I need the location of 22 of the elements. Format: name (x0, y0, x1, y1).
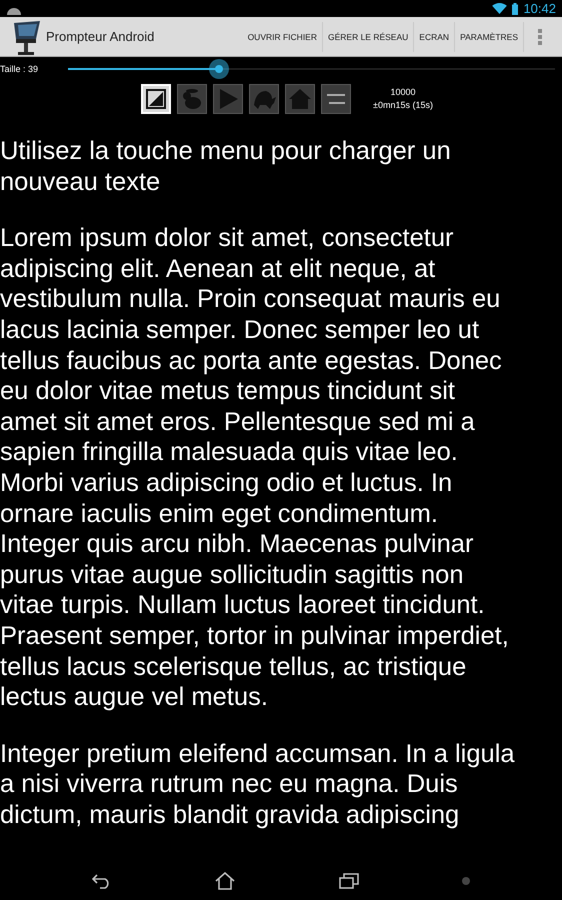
counter-button[interactable] (321, 84, 351, 114)
prompter-paragraph: Utilisez la touche menu pour charger un nouveau texte (0, 136, 452, 198)
action-button[interactable]: OUVRIR FICHIER (242, 22, 323, 52)
play-button[interactable] (213, 84, 243, 114)
clock-time: 10:42 (523, 1, 556, 16)
wifi-icon (492, 3, 508, 14)
battery-icon (512, 2, 518, 14)
action-button[interactable]: GÉRER LE RÉSEAU (322, 22, 414, 52)
size-label: Taille : 39 (0, 64, 40, 74)
overflow-menu-icon[interactable] (538, 28, 542, 44)
app-title: Prompteur Android (46, 29, 154, 44)
dot-icon (462, 877, 470, 885)
prompter-paragraph: Lorem ipsum dolor sit amet, consectetur adipiscing elit. Aenean at elit neque, at vestibulum nulla. Proin consequat mauris eu lacus lacinia semper. Donec semper leo ut tellus faucibus ac porta ante egestas. Donec eu dolor vitae metus tempus tincidunt sit amet sit amet eros. Pellentesque sed mi a sapien fringilla malesuada quis vitae leo. Morbi varius adipiscing odio et luctus. In ornare iaculis enim eget condimentum. Integer quis arcu nibh. Maecenas pulvinar purus vitae augue sollicitudin sagittis non vitae turpis. Nullam luctus laoreet tincidunt. Praesent semper, tortor in pulvinar imperdiet, tellus lacus scelerisque tellus, ac tristique lectus augue vel metus. (0, 223, 510, 713)
home-button[interactable] (285, 84, 315, 114)
action-button[interactable]: PARAMÈTRES (455, 22, 524, 52)
home-icon[interactable] (215, 872, 236, 890)
duration-value: ±0mn15s (15s) (373, 99, 433, 112)
recent-apps-icon[interactable] (338, 873, 359, 889)
mirror-button[interactable] (141, 84, 171, 114)
action-button[interactable]: ECRAN (414, 22, 456, 52)
prompter-paragraph: Integer pretium eleifend accumsan. In a ligula a nisi viverra rutrum nec eu magna. Duis dictum, mauris blandit gravida adipiscing (0, 738, 516, 830)
count-value: 10000 (390, 86, 416, 99)
